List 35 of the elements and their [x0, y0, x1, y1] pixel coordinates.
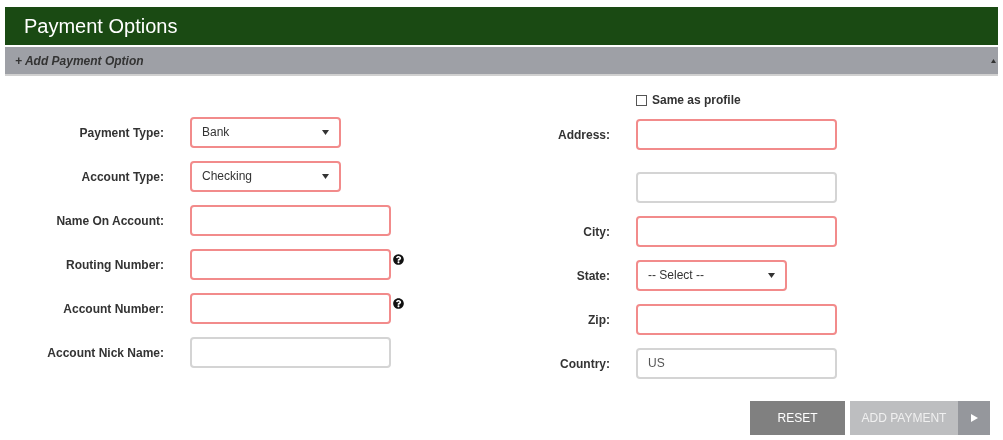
- caret-icon: [768, 272, 775, 278]
- text-field[interactable]: [190, 292, 391, 324]
- field-label: City:: [583, 225, 610, 239]
- help-icon[interactable]: [393, 253, 404, 265]
- text-field[interactable]: [190, 204, 391, 236]
- field-label: Account Type:: [81, 170, 164, 184]
- dropdown[interactable]: Bank: [190, 116, 341, 148]
- text-field[interactable]: [636, 303, 837, 335]
- field-label: Account Nick Name:: [47, 346, 164, 360]
- field-label: Payment Type:: [79, 126, 164, 140]
- checkbox-label: Same as profile: [652, 92, 741, 109]
- caret-icon: [322, 173, 329, 179]
- field-label: Name On Account:: [56, 214, 164, 228]
- field-label: State:: [576, 269, 610, 283]
- text-field[interactable]: US: [636, 347, 837, 379]
- text-field[interactable]: [190, 336, 391, 368]
- field-label: Zip:: [588, 313, 610, 327]
- section-bar[interactable]: + Add Payment Option: [5, 47, 998, 76]
- caret-icon: [322, 129, 329, 135]
- field-label: Address:: [558, 128, 610, 142]
- reset-button[interactable]: RESET: [750, 401, 845, 435]
- page-title: Payment Options: [24, 14, 178, 39]
- field-label: Account Number:: [63, 302, 164, 316]
- text-field[interactable]: [636, 215, 837, 247]
- dropdown[interactable]: -- Select --: [636, 259, 787, 291]
- field-label: Country:: [560, 357, 610, 371]
- collapse-icon: [991, 58, 996, 63]
- checkbox[interactable]: [636, 94, 647, 106]
- field-label: Routing Number:: [66, 258, 164, 272]
- play-icon: [970, 414, 978, 422]
- help-icon[interactable]: [393, 297, 404, 309]
- text-field[interactable]: [636, 118, 837, 150]
- text-field[interactable]: [636, 171, 837, 203]
- dropdown[interactable]: Checking: [190, 160, 341, 192]
- text-field[interactable]: [190, 248, 391, 280]
